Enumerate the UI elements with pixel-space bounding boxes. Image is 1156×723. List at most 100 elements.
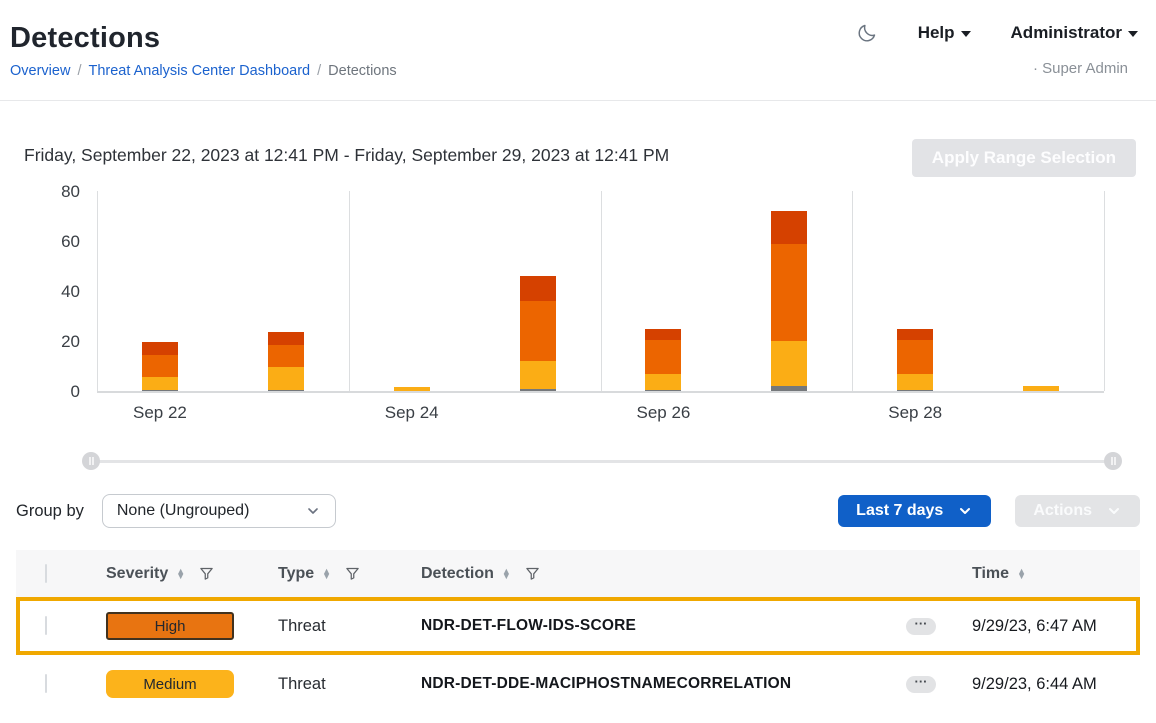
bar-segment-high <box>520 301 556 361</box>
stacked-bar-sep-22[interactable] <box>142 342 178 391</box>
breadcrumb-overview[interactable]: Overview <box>10 63 70 79</box>
bar-segment-medium <box>1023 386 1059 391</box>
chart-gridline <box>1104 191 1105 391</box>
bar-segment-medium <box>645 374 681 390</box>
slider-handle-right[interactable] <box>1104 452 1122 470</box>
x-tick-label <box>726 403 852 423</box>
column-header-severity[interactable]: Severity <box>106 565 168 583</box>
time-range-button[interactable]: Last 7 days <box>838 495 991 527</box>
time-range-slider[interactable] <box>82 452 1122 470</box>
group-by-selected-value: None (Ungrouped) <box>117 502 250 520</box>
detection-cell: NDR-DET-FLOW-IDS-SCORE <box>421 617 906 635</box>
bar-segment-medium <box>520 361 556 389</box>
stacked-bar-sep-25[interactable] <box>520 276 556 391</box>
stacked-bar-sep-23[interactable] <box>268 332 304 391</box>
breadcrumb-separator: / <box>317 63 321 79</box>
severity-badge-high: High <box>106 612 234 640</box>
sort-icon[interactable]: ▲▼ <box>322 569 331 579</box>
slider-track[interactable] <box>91 460 1113 463</box>
chart-y-axis: 020406080 <box>0 191 90 393</box>
dark-mode-moon-icon[interactable] <box>856 22 878 44</box>
user-role-label: · Super Admin <box>1033 60 1128 77</box>
filter-icon[interactable] <box>199 566 214 581</box>
chevron-down-icon <box>957 503 973 519</box>
slider-handle-left[interactable] <box>82 452 100 470</box>
bar-segment-medium <box>142 377 178 390</box>
row-checkbox[interactable] <box>45 616 47 635</box>
row-more-actions-button[interactable]: ··· <box>906 618 936 635</box>
x-tick-label <box>978 403 1104 423</box>
type-cell: Threat <box>278 617 421 636</box>
bar-segment-medium <box>394 387 430 391</box>
sort-icon[interactable]: ▲▼ <box>502 569 511 579</box>
bar-segment-critical <box>268 332 304 345</box>
chart-bars <box>97 191 1104 391</box>
bar-segment-low <box>268 390 304 391</box>
table-row-high[interactable]: High Threat NDR-DET-FLOW-IDS-SCORE ··· 9… <box>16 597 1140 655</box>
select-all-checkbox[interactable] <box>45 564 47 583</box>
bar-segment-critical <box>142 342 178 355</box>
bar-segment-high <box>645 340 681 374</box>
bar-segment-medium <box>268 367 304 390</box>
bar-segment-low <box>771 386 807 391</box>
help-menu[interactable]: Help <box>918 23 971 43</box>
help-menu-label: Help <box>918 23 955 43</box>
chevron-down-icon <box>1106 503 1122 519</box>
chart-plot-area <box>97 191 1104 393</box>
group-by-dropdown[interactable]: None (Ungrouped) <box>102 494 336 528</box>
table-row-medium[interactable]: Medium Threat NDR-DET-DDE-MACIPHOSTNAMEC… <box>16 655 1140 713</box>
x-tick-label <box>223 403 349 423</box>
chevron-down-icon <box>305 503 321 519</box>
breadcrumb-separator: / <box>77 63 81 79</box>
detections-bar-chart: 020406080 Sep 22Sep 24Sep 26Sep 28 <box>0 191 1156 436</box>
stacked-bar-sep-27[interactable] <box>771 211 807 391</box>
y-tick-label: 20 <box>61 332 80 352</box>
stacked-bar-sep-24[interactable] <box>394 387 430 391</box>
actions-button-label: Actions <box>1033 502 1092 520</box>
sort-icon[interactable]: ▲▼ <box>176 569 185 579</box>
stacked-bar-sep-28[interactable] <box>897 329 933 392</box>
chevron-down-icon <box>961 31 971 37</box>
bar-segment-high <box>771 244 807 342</box>
x-tick-label <box>475 403 601 423</box>
bar-segment-low <box>142 390 178 391</box>
y-tick-label: 40 <box>61 282 80 302</box>
bar-segment-low <box>897 390 933 391</box>
bar-segment-low <box>520 389 556 392</box>
row-more-actions-button[interactable]: ··· <box>906 676 936 693</box>
y-tick-label: 0 <box>71 382 80 402</box>
table-header-row: Severity ▲▼ Type ▲▼ Detection ▲▼ Time ▲▼ <box>16 550 1140 597</box>
time-cell: 9/29/23, 6:47 AM <box>972 617 1140 636</box>
account-menu[interactable]: Administrator <box>1011 23 1138 43</box>
chart-x-axis: Sep 22Sep 24Sep 26Sep 28 <box>97 403 1104 423</box>
bar-segment-critical <box>897 329 933 340</box>
breadcrumb-current: Detections <box>328 63 397 79</box>
actions-button[interactable]: Actions <box>1015 495 1140 527</box>
x-tick-label: Sep 24 <box>349 403 475 423</box>
chevron-down-icon <box>1128 31 1138 37</box>
sort-icon[interactable]: ▲▼ <box>1017 569 1026 579</box>
bar-segment-critical <box>771 211 807 244</box>
bar-segment-medium <box>771 341 807 386</box>
type-cell: Threat <box>278 675 421 694</box>
bar-segment-critical <box>520 276 556 301</box>
breadcrumb: Overview / Threat Analysis Center Dashboar… <box>10 63 1140 79</box>
apply-range-selection-button[interactable]: Apply Range Selection <box>912 139 1136 177</box>
bar-segment-high <box>897 340 933 374</box>
filter-icon[interactable] <box>525 566 540 581</box>
time-range-button-label: Last 7 days <box>856 502 943 520</box>
column-header-time[interactable]: Time <box>972 565 1009 583</box>
y-tick-label: 60 <box>61 232 80 252</box>
detections-table: Severity ▲▼ Type ▲▼ Detection ▲▼ Time ▲▼ <box>16 550 1140 713</box>
detection-cell: NDR-DET-DDE-MACIPHOSTNAMECORRELATION <box>421 675 906 693</box>
stacked-bar-sep-26[interactable] <box>645 329 681 392</box>
column-header-detection[interactable]: Detection <box>421 565 494 583</box>
account-menu-label: Administrator <box>1011 23 1122 43</box>
breadcrumb-tac-dashboard[interactable]: Threat Analysis Center Dashboard <box>88 63 310 79</box>
filter-icon[interactable] <box>345 566 360 581</box>
bar-segment-critical <box>645 329 681 340</box>
row-checkbox[interactable] <box>45 674 47 693</box>
stacked-bar-sep-29[interactable] <box>1023 386 1059 391</box>
page-header: Detections Overview / Threat Analysis Cent… <box>0 0 1156 101</box>
column-header-type[interactable]: Type <box>278 565 314 583</box>
